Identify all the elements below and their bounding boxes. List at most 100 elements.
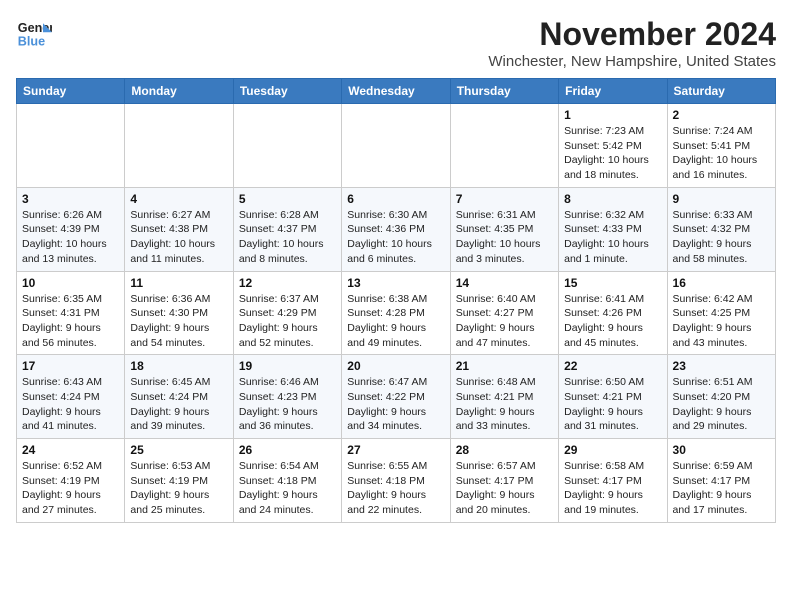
calendar-cell: 20 Sunrise: 6:47 AM Sunset: 4:22 PM Dayli…: [342, 355, 450, 439]
calendar-cell: 30 Sunrise: 6:59 AM Sunset: 4:17 PM Dayli…: [667, 439, 775, 523]
day-info: Sunrise: 6:31 AM Sunset: 4:35 PM Dayligh…: [456, 208, 553, 267]
day-info: Sunrise: 6:52 AM Sunset: 4:19 PM Dayligh…: [22, 459, 119, 518]
day-info: Sunrise: 6:55 AM Sunset: 4:18 PM Dayligh…: [347, 459, 444, 518]
month-title: November 2024: [488, 16, 776, 53]
calendar-cell: 25 Sunrise: 6:53 AM Sunset: 4:19 PM Dayli…: [125, 439, 233, 523]
day-info: Sunrise: 6:28 AM Sunset: 4:37 PM Dayligh…: [239, 208, 336, 267]
day-info: Sunrise: 6:59 AM Sunset: 4:17 PM Dayligh…: [673, 459, 770, 518]
calendar-cell: 4 Sunrise: 6:27 AM Sunset: 4:38 PM Daylig…: [125, 187, 233, 271]
calendar-cell: 9 Sunrise: 6:33 AM Sunset: 4:32 PM Daylig…: [667, 187, 775, 271]
week-row-3: 10 Sunrise: 6:35 AM Sunset: 4:31 PM Dayli…: [17, 271, 776, 355]
calendar-cell: 24 Sunrise: 6:52 AM Sunset: 4:19 PM Dayli…: [17, 439, 125, 523]
calendar-cell: 1 Sunrise: 7:23 AM Sunset: 5:42 PM Daylig…: [559, 104, 667, 188]
day-number: 9: [673, 192, 770, 206]
day-number: 1: [564, 108, 661, 122]
day-info: Sunrise: 6:51 AM Sunset: 4:20 PM Dayligh…: [673, 375, 770, 434]
week-row-1: 1 Sunrise: 7:23 AM Sunset: 5:42 PM Daylig…: [17, 104, 776, 188]
day-info: Sunrise: 6:57 AM Sunset: 4:17 PM Dayligh…: [456, 459, 553, 518]
day-info: Sunrise: 6:50 AM Sunset: 4:21 PM Dayligh…: [564, 375, 661, 434]
calendar-cell: 18 Sunrise: 6:45 AM Sunset: 4:24 PM Dayli…: [125, 355, 233, 439]
day-number: 11: [130, 276, 227, 290]
day-info: Sunrise: 6:45 AM Sunset: 4:24 PM Dayligh…: [130, 375, 227, 434]
day-number: 28: [456, 443, 553, 457]
calendar-cell: 12Sunrise: 6:37 AM Sunset: 4:29 PM Dayli…: [233, 271, 341, 355]
day-info: Sunrise: 6:26 AM Sunset: 4:39 PM Dayligh…: [22, 208, 119, 267]
logo-icon: General Blue: [16, 16, 52, 52]
day-info: Sunrise: 6:53 AM Sunset: 4:19 PM Dayligh…: [130, 459, 227, 518]
days-header-row: SundayMondayTuesdayWednesdayThursdayFrid…: [17, 79, 776, 104]
calendar-cell: 21 Sunrise: 6:48 AM Sunset: 4:21 PM Dayli…: [450, 355, 558, 439]
calendar-cell: [125, 104, 233, 188]
calendar-cell: [17, 104, 125, 188]
calendar-cell: 28 Sunrise: 6:57 AM Sunset: 4:17 PM Dayli…: [450, 439, 558, 523]
day-header-sunday: Sunday: [17, 79, 125, 104]
day-number: 19: [239, 359, 336, 373]
day-info: Sunrise: 6:41 AM Sunset: 4:26 PM Dayligh…: [564, 292, 661, 351]
calendar-cell: 26Sunrise: 6:54 AM Sunset: 4:18 PM Dayli…: [233, 439, 341, 523]
day-number: 24: [22, 443, 119, 457]
day-header-monday: Monday: [125, 79, 233, 104]
calendar-cell: 7 Sunrise: 6:31 AM Sunset: 4:35 PM Daylig…: [450, 187, 558, 271]
day-info: Sunrise: 6:30 AM Sunset: 4:36 PM Dayligh…: [347, 208, 444, 267]
day-info: Sunrise: 6:47 AM Sunset: 4:22 PM Dayligh…: [347, 375, 444, 434]
day-number: 15: [564, 276, 661, 290]
day-number: 16: [673, 276, 770, 290]
title-block: November 2024 Winchester, New Hampshire,…: [488, 16, 776, 70]
week-row-5: 24 Sunrise: 6:52 AM Sunset: 4:19 PM Dayli…: [17, 439, 776, 523]
day-number: 22: [564, 359, 661, 373]
day-number: 4: [130, 192, 227, 206]
calendar-cell: 2 Sunrise: 7:24 AM Sunset: 5:41 PM Daylig…: [667, 104, 775, 188]
day-number: 25: [130, 443, 227, 457]
calendar-cell: 11 Sunrise: 6:36 AM Sunset: 4:30 PM Dayli…: [125, 271, 233, 355]
day-info: Sunrise: 6:32 AM Sunset: 4:33 PM Dayligh…: [564, 208, 661, 267]
day-number: 23: [673, 359, 770, 373]
day-number: 20: [347, 359, 444, 373]
day-number: 14: [456, 276, 553, 290]
day-number: 26: [239, 443, 336, 457]
calendar-cell: 5 Sunrise: 6:28 AM Sunset: 4:37 PM Daylig…: [233, 187, 341, 271]
day-number: 5: [239, 192, 336, 206]
calendar-cell: 23 Sunrise: 6:51 AM Sunset: 4:20 PM Dayli…: [667, 355, 775, 439]
day-header-thursday: Thursday: [450, 79, 558, 104]
day-number: 2: [673, 108, 770, 122]
day-info: Sunrise: 6:58 AM Sunset: 4:17 PM Dayligh…: [564, 459, 661, 518]
day-number: 6: [347, 192, 444, 206]
day-number: 3: [22, 192, 119, 206]
calendar-cell: 8 Sunrise: 6:32 AM Sunset: 4:33 PM Daylig…: [559, 187, 667, 271]
day-info: Sunrise: 6:35 AM Sunset: 4:31 PM Dayligh…: [22, 292, 119, 351]
day-number: 30: [673, 443, 770, 457]
day-number: 10: [22, 276, 119, 290]
day-number: 18: [130, 359, 227, 373]
day-header-saturday: Saturday: [667, 79, 775, 104]
calendar-cell: 22 Sunrise: 6:50 AM Sunset: 4:21 PM Dayli…: [559, 355, 667, 439]
calendar-cell: 6 Sunrise: 6:30 AM Sunset: 4:36 PM Daylig…: [342, 187, 450, 271]
day-info: Sunrise: 6:36 AM Sunset: 4:30 PM Dayligh…: [130, 292, 227, 351]
day-number: 21: [456, 359, 553, 373]
day-info: Sunrise: 6:43 AM Sunset: 4:24 PM Dayligh…: [22, 375, 119, 434]
calendar-table: SundayMondayTuesdayWednesdayThursdayFrid…: [16, 78, 776, 523]
day-info: Sunrise: 6:42 AM Sunset: 4:25 PM Dayligh…: [673, 292, 770, 351]
day-info: Sunrise: 7:24 AM Sunset: 5:41 PM Dayligh…: [673, 124, 770, 183]
calendar-cell: 29 Sunrise: 6:58 AM Sunset: 4:17 PM Dayli…: [559, 439, 667, 523]
day-info: Sunrise: 6:48 AM Sunset: 4:21 PM Dayligh…: [456, 375, 553, 434]
day-header-wednesday: Wednesday: [342, 79, 450, 104]
day-info: Sunrise: 6:38 AM Sunset: 4:28 PM Dayligh…: [347, 292, 444, 351]
day-number: 12: [239, 276, 336, 290]
day-number: 8: [564, 192, 661, 206]
calendar-cell: 16 Sunrise: 6:42 AM Sunset: 4:25 PM Dayli…: [667, 271, 775, 355]
day-header-friday: Friday: [559, 79, 667, 104]
day-info: Sunrise: 6:33 AM Sunset: 4:32 PM Dayligh…: [673, 208, 770, 267]
day-number: 27: [347, 443, 444, 457]
location-title: Winchester, New Hampshire, United States: [488, 53, 776, 70]
day-info: Sunrise: 6:40 AM Sunset: 4:27 PM Dayligh…: [456, 292, 553, 351]
day-info: Sunrise: 7:23 AM Sunset: 5:42 PM Dayligh…: [564, 124, 661, 183]
day-number: 29: [564, 443, 661, 457]
calendar-cell: 19Sunrise: 6:46 AM Sunset: 4:23 PM Dayli…: [233, 355, 341, 439]
day-number: 7: [456, 192, 553, 206]
calendar-cell: 13 Sunrise: 6:38 AM Sunset: 4:28 PM Dayli…: [342, 271, 450, 355]
calendar-cell: 14 Sunrise: 6:40 AM Sunset: 4:27 PM Dayli…: [450, 271, 558, 355]
day-info: Sunrise: 6:27 AM Sunset: 4:38 PM Dayligh…: [130, 208, 227, 267]
calendar-cell: [233, 104, 341, 188]
calendar-cell: [342, 104, 450, 188]
day-number: 13: [347, 276, 444, 290]
